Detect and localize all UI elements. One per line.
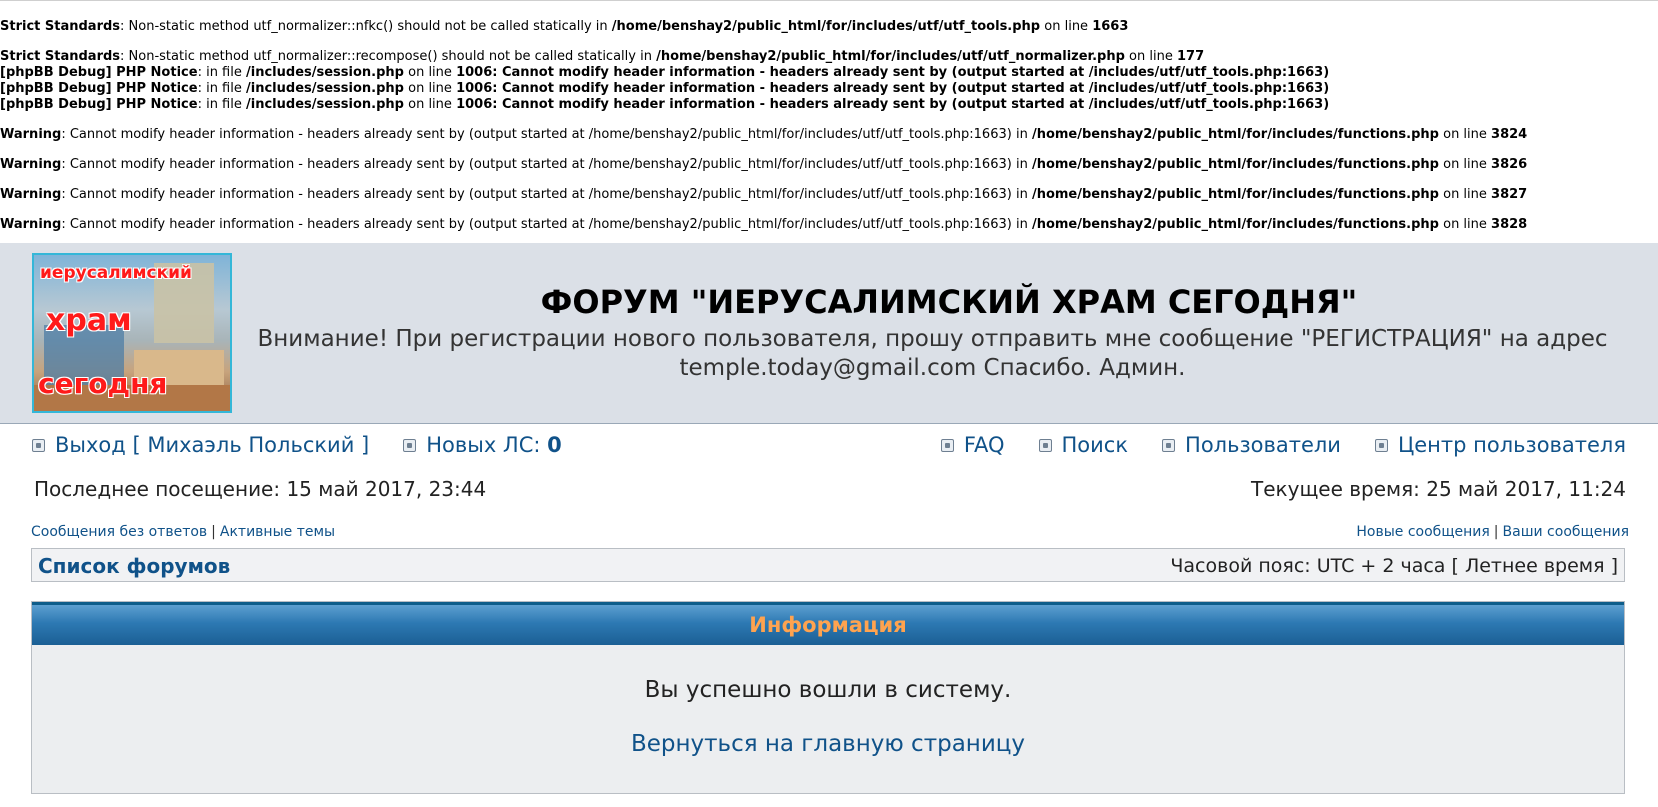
error-type: [phpBB Debug] PHP Notice: [0, 97, 198, 112]
error-file: /includes/session.php: [246, 81, 404, 96]
error-file: /home/benshay2/public_html/for/includes/…: [611, 19, 1041, 34]
error-file: /home/benshay2/public_html/for/includes/…: [1031, 217, 1439, 232]
error-message: in file: [206, 81, 242, 96]
error-line: Warning: Cannot modify header informatio…: [0, 187, 1528, 202]
logout-icon: [32, 438, 45, 452]
error-line: Strict Standards: Non-static method utf_…: [0, 49, 1205, 64]
search-link[interactable]: Поиск: [1062, 433, 1129, 457]
error-line-label: on line: [408, 97, 452, 112]
error-line-number: 1006: Cannot modify header information -…: [456, 97, 1330, 112]
back-to-index-link[interactable]: Вернуться на главную страницу: [631, 731, 1025, 757]
error-line-number: 1006: Cannot modify header information -…: [456, 65, 1330, 80]
error-line-number: 3826: [1491, 157, 1528, 172]
error-message: Cannot modify header information - heade…: [69, 187, 1028, 202]
error-line-number: 177: [1176, 49, 1205, 64]
error-line: Warning: Cannot modify header informatio…: [0, 217, 1528, 232]
members-icon: [1162, 438, 1176, 452]
error-type: Strict Standards: [0, 19, 121, 34]
ucp-link[interactable]: Центр пользователя: [1398, 433, 1626, 457]
members-link[interactable]: Пользователи: [1185, 433, 1341, 457]
site-header: иерусалимский храм сегодня ФОРУМ "ИЕРУСА…: [0, 243, 1658, 424]
error-line-label: on line: [1129, 49, 1173, 64]
error-line: [phpBB Debug] PHP Notice: in file /inclu…: [0, 97, 1330, 112]
error-line-label: on line: [1443, 127, 1487, 142]
error-message: Cannot modify header information - heade…: [69, 217, 1028, 232]
error-file: /includes/session.php: [246, 65, 404, 80]
private-message-icon: [403, 438, 417, 452]
error-message: Cannot modify header information - heade…: [69, 127, 1028, 142]
error-line-number: 3828: [1491, 217, 1528, 232]
logo-text: храм: [46, 303, 132, 338]
error-line: Warning: Cannot modify header informatio…: [0, 127, 1528, 142]
logo-text: иерусалимский: [40, 263, 192, 283]
error-type: [phpBB Debug] PHP Notice: [0, 65, 198, 80]
your-posts-link[interactable]: Ваши сообщения: [1503, 524, 1629, 540]
error-file: /includes/session.php: [246, 97, 404, 112]
user-navbar: Выход [ Михаэль Польский ] Новых ЛС: 0 F…: [32, 433, 1626, 463]
site-logo[interactable]: иерусалимский храм сегодня: [32, 253, 232, 413]
error-line: [phpBB Debug] PHP Notice: in file /inclu…: [0, 81, 1330, 96]
error-line-number: 3824: [1491, 127, 1528, 142]
search-icon: [1038, 438, 1052, 452]
link-separator: |: [211, 524, 216, 540]
error-type: Strict Standards: [0, 49, 121, 64]
error-message: in file: [206, 97, 242, 112]
error-type: Warning: [0, 217, 62, 232]
user-control-panel-icon: [1374, 438, 1388, 452]
error-line: [phpBB Debug] PHP Notice: in file /inclu…: [0, 65, 1330, 80]
error-line-label: on line: [408, 65, 452, 80]
error-type: Warning: [0, 187, 62, 202]
info-panel: Информация Вы успешно вошли в систему. В…: [31, 601, 1625, 794]
error-type: Warning: [0, 157, 62, 172]
forum-index-link[interactable]: Список форумов: [38, 554, 230, 578]
logout-link[interactable]: Выход [ Михаэль Польский ]: [55, 433, 369, 457]
error-line-label: on line: [1443, 187, 1487, 202]
error-line-label: on line: [1443, 157, 1487, 172]
error-line-label: on line: [1044, 19, 1089, 34]
timezone-info: Часовой пояс: UTC + 2 часа [ Летнее врем…: [1170, 555, 1618, 577]
error-message: in file: [206, 65, 242, 80]
info-panel-title: Информация: [32, 602, 1624, 645]
error-message: Non-static method utf_normalizer::nfkc()…: [128, 19, 608, 34]
error-line-label: on line: [1443, 217, 1487, 232]
site-title: ФОРУМ "ИЕРУСАЛИМСКИЙ ХРАМ СЕГОДНЯ": [540, 283, 1358, 321]
error-file: /home/benshay2/public_html/for/includes/…: [656, 49, 1125, 64]
error-file: /home/benshay2/public_html/for/includes/…: [1031, 187, 1439, 202]
link-separator: |: [1493, 524, 1499, 540]
faq-icon: [940, 438, 954, 452]
last-visit: Последнее посещение: 15 май 2017, 23:44: [34, 477, 487, 501]
error-line-number: 1663: [1092, 19, 1129, 34]
error-type: Warning: [0, 127, 62, 142]
error-line-number: 1006: Cannot modify header information -…: [456, 81, 1330, 96]
error-message: Non-static method utf_normalizer::recomp…: [128, 49, 652, 64]
new-pm-label: Новых ЛС:: [426, 433, 541, 457]
breadcrumb-bar: Список форумов Часовой пояс: UTC + 2 час…: [31, 548, 1625, 582]
error-file: /home/benshay2/public_html/for/includes/…: [1031, 127, 1439, 142]
new-posts-link[interactable]: Новые сообщения: [1356, 524, 1489, 540]
site-description: Внимание! При регистрации нового пользов…: [257, 326, 1608, 381]
error-type: [phpBB Debug] PHP Notice: [0, 81, 198, 96]
error-file: /home/benshay2/public_html/for/includes/…: [1031, 157, 1439, 172]
php-error-output: Strict Standards: Non-static method utf_…: [0, 4, 1658, 233]
login-success-message: Вы успешно вошли в систему.: [644, 677, 1012, 703]
unanswered-posts-link[interactable]: Сообщения без ответов: [31, 524, 207, 540]
active-topics-link[interactable]: Активные темы: [220, 524, 335, 540]
logo-text: сегодня: [38, 367, 168, 400]
new-pm-link[interactable]: Новых ЛС: 0: [426, 433, 562, 457]
error-line-number: 3827: [1491, 187, 1528, 202]
current-time: Текущее время: 25 май 2017, 11:24: [1251, 477, 1626, 501]
error-line-label: on line: [408, 81, 452, 96]
error-message: Cannot modify header information - heade…: [69, 157, 1028, 172]
new-pm-count: 0: [547, 433, 562, 457]
error-line: Warning: Cannot modify header informatio…: [0, 157, 1528, 172]
error-line: Strict Standards: Non-static method utf_…: [0, 19, 1129, 34]
faq-link[interactable]: FAQ: [964, 433, 1005, 457]
